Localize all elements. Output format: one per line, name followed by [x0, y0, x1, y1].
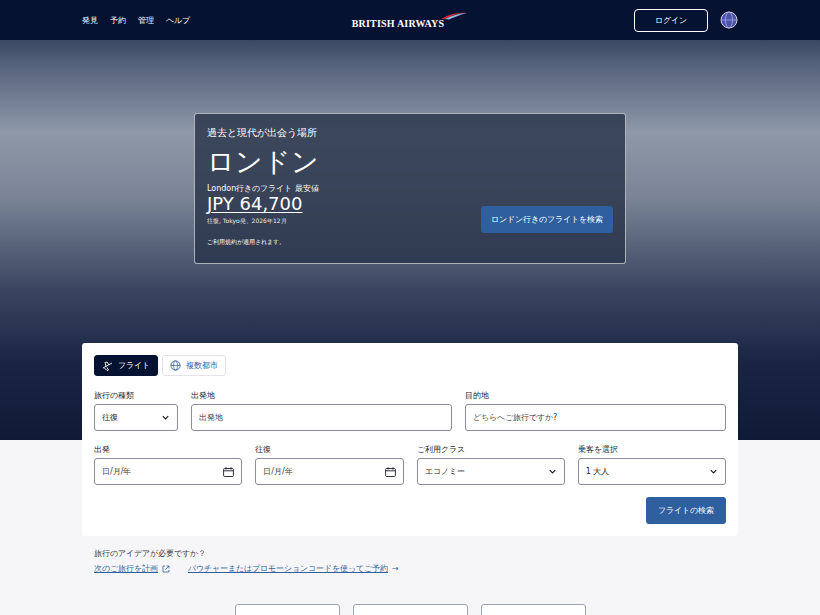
nav-item[interactable]: 発見 [82, 15, 98, 26]
search-flights-button[interactable]: フライトの検索 [646, 497, 726, 524]
calendar-icon [223, 467, 234, 477]
nav-item[interactable]: 管理 [138, 15, 154, 26]
input-box[interactable] [255, 458, 403, 485]
globe-icon [170, 360, 181, 371]
brand-logo[interactable]: BRITISH AIRWAYS [352, 12, 469, 29]
select-box[interactable]: 1 大人 [578, 458, 726, 485]
form-field: 出発地 [191, 390, 452, 431]
select-box[interactable]: エコノミー [417, 458, 565, 485]
top-nav: 発見 予約 管理 ヘルプ BRITISH AIRWAYS ログイン [0, 0, 820, 40]
idea-link[interactable]: 次のご旅行を計画 [94, 563, 170, 574]
bottom-button[interactable] [235, 604, 340, 615]
form-field: 乗客を選択 1 大人 [578, 444, 726, 485]
select-value: 1 大人 [586, 466, 610, 477]
calendar-icon [385, 467, 396, 477]
tab-label: フライト [118, 360, 150, 371]
form-field: 目的地 [465, 390, 726, 431]
field-label: 出発地 [191, 390, 452, 401]
search-london-button[interactable]: ロンドン行きのフライトを検索 [481, 206, 613, 233]
search-tabs: フライト 複数都市 [94, 355, 726, 376]
form-field: 出発 [94, 444, 242, 485]
input-box[interactable] [465, 404, 726, 431]
form-field: 旅行の種類往復 [94, 390, 178, 431]
field-label: 出発 [94, 444, 242, 455]
chevron-down-icon [709, 467, 718, 476]
fare-price[interactable]: JPY 64,700 [207, 194, 319, 215]
text-input[interactable] [199, 413, 444, 422]
fare-note: 往復, Tokyo発、2026年12月 [207, 217, 319, 226]
date-input[interactable] [102, 467, 223, 476]
input-box[interactable] [191, 404, 452, 431]
field-label: 旅行の種類 [94, 390, 178, 401]
flight-search-panel: フライト複数都市旅行の種類往復出発地目的地出発往復ご利用クラスエコノミー乗客を選… [82, 343, 738, 536]
select-box[interactable]: 往復 [94, 404, 178, 431]
arrow-icon: → [392, 564, 399, 573]
fare-label: London行きのフライト 最安値 [207, 183, 319, 194]
logo-text: BRITISH AIRWAYS [352, 18, 445, 29]
field-label: 乗客を選択 [578, 444, 726, 455]
terms-note: ご利用規約が適用されます。 [207, 238, 319, 247]
field-label: ご利用クラス [417, 444, 565, 455]
link-text: バウチャーまたはプロモーションコードを使ってご予約 [188, 563, 388, 574]
search-row: 旅行の種類往復 出発地 目的地 [94, 390, 726, 431]
language-globe-icon [720, 11, 738, 29]
link-text: 次のご旅行を計画 [94, 563, 158, 574]
promo-action: ロンドン行きのフライトを検索 [481, 126, 613, 253]
form-field: 往復 [255, 444, 403, 485]
promo-text: 過去と現代が出会う場所ロンドン London行きのフライト 最安値JPY 64,7… [207, 126, 319, 253]
field-label: 往復 [255, 444, 403, 455]
login-button[interactable]: ログイン [634, 9, 708, 32]
chevron-down-icon [161, 413, 170, 422]
nav-item[interactable]: 予約 [110, 15, 126, 26]
ideas-section: 旅行のアイデアが必要ですか？ 次のご旅行を計画 バウチャーまたはプロモーションコード… [82, 548, 738, 574]
search-tab[interactable]: 複数都市 [162, 355, 226, 376]
input-box[interactable] [94, 458, 242, 485]
promo-card: 過去と現代が出会う場所ロンドン London行きのフライト 最安値JPY 64,7… [194, 113, 626, 264]
chevron-down-icon [548, 467, 557, 476]
idea-links: 次のご旅行を計画 バウチャーまたはプロモーションコードを使ってご予約 → [94, 563, 738, 574]
bottom-buttons [0, 604, 820, 615]
text-input[interactable] [473, 413, 718, 422]
bottom-button[interactable] [353, 604, 468, 615]
nav-menu: 発見 予約 管理 ヘルプ [82, 15, 352, 26]
promo-tagline: 過去と現代が出会う場所 [207, 126, 319, 140]
select-value: エコノミー [425, 466, 465, 477]
promo-city: ロンドン [207, 146, 319, 178]
ideas-title: 旅行のアイデアが必要ですか？ [94, 548, 738, 559]
idea-link[interactable]: バウチャーまたはプロモーションコードを使ってご予約 → [188, 563, 399, 574]
date-input[interactable] [263, 467, 384, 476]
search-row: 出発 往復 ご利用クラスエコノミー 乗客を選択 1 大人 [94, 444, 726, 485]
nav-item[interactable]: ヘルプ [166, 15, 190, 26]
tab-label: 複数都市 [186, 360, 218, 371]
external-link-icon [162, 565, 170, 573]
form-field: ご利用クラスエコノミー [417, 444, 565, 485]
search-tab[interactable]: フライト [94, 355, 158, 376]
field-label: 目的地 [465, 390, 726, 401]
nav-actions: ログイン [468, 9, 738, 32]
submit-row: フライトの検索 [94, 497, 726, 524]
bottom-button[interactable] [481, 604, 586, 615]
select-value: 往復 [102, 412, 118, 423]
plane-icon [102, 361, 113, 371]
